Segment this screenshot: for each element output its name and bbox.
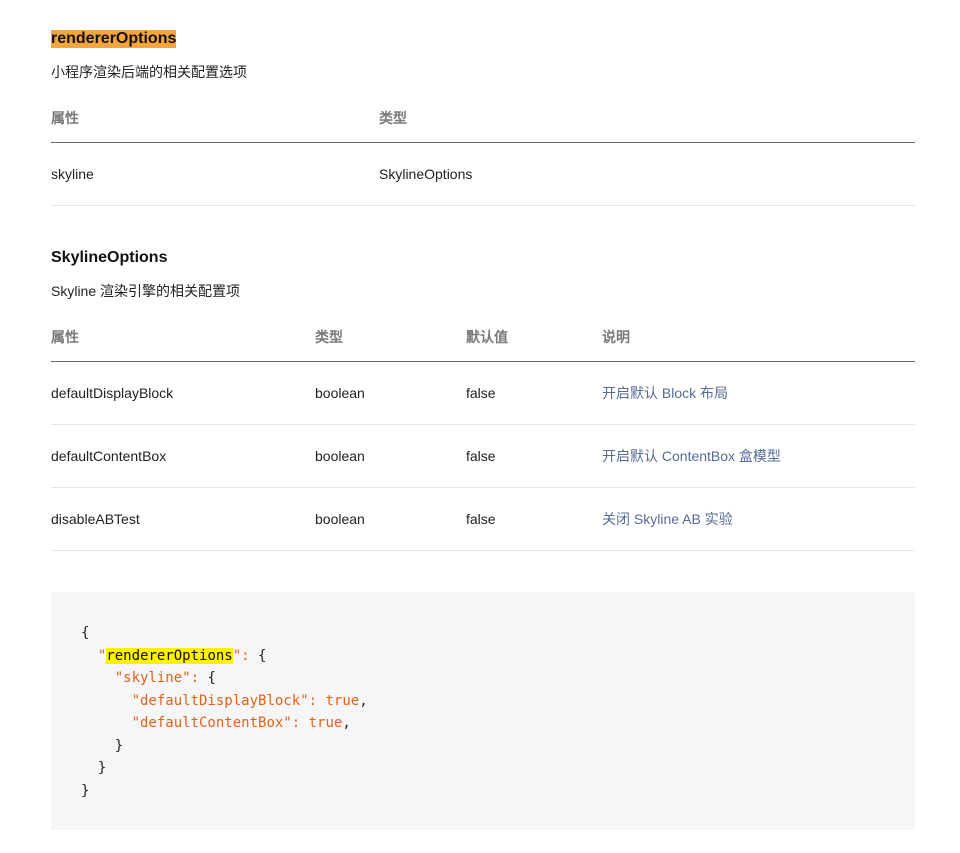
- code-open-brace: {: [81, 625, 90, 641]
- table-row: defaultContentBox boolean false 开启默认 Con…: [51, 425, 915, 488]
- code-renderer-options-key: rendererOptions: [106, 647, 233, 664]
- skyline-options-title: SkylineOptions: [51, 249, 168, 266]
- row-property-name: defaultDisplayBlock: [51, 385, 174, 401]
- skyline-options-description: Skyline 渲染引擎的相关配置项: [51, 283, 241, 299]
- row-default: false: [466, 385, 496, 401]
- renderer-options-description: 小程序渲染后端的相关配置选项: [51, 64, 247, 80]
- row-type: boolean: [315, 385, 365, 401]
- renderer-options-table: 属性 类型 skyline SkylineOptions: [51, 98, 915, 206]
- table-row: defaultDisplayBlock boolean false 开启默认 B…: [51, 362, 915, 425]
- code-true-value: true: [325, 692, 360, 709]
- row-description-link[interactable]: 开启默认 ContentBox 盒模型: [602, 446, 781, 466]
- header-description: 说明: [602, 329, 630, 345]
- header-property: 属性: [51, 110, 79, 126]
- row-property-name: skyline: [51, 166, 94, 182]
- header-default: 默认值: [466, 329, 508, 345]
- code-block[interactable]: { "rendererOptions": { "skyline": { "def…: [51, 592, 915, 830]
- renderer-options-title-highlight: rendererOptions: [51, 30, 177, 48]
- renderer-options-title: rendererOptions: [51, 28, 177, 50]
- table-row: disableABTest boolean false 关闭 Skyline A…: [51, 488, 915, 551]
- row-property-name: disableABTest: [51, 511, 140, 527]
- row-type: boolean: [315, 448, 365, 464]
- code-default-content-box-key: "defaultContentBox": [131, 715, 292, 731]
- header-type: 类型: [315, 329, 343, 345]
- code-skyline-key: "skyline": [114, 670, 191, 686]
- code-close-brace: }: [81, 782, 90, 799]
- row-default: false: [466, 511, 496, 527]
- row-property-name: defaultContentBox: [51, 448, 167, 464]
- table-header: 属性 类型 默认值 说明: [51, 317, 915, 362]
- code-content: { "rendererOptions": { "skyline": { "def…: [81, 625, 368, 799]
- row-type: boolean: [315, 511, 365, 527]
- table-row: skyline SkylineOptions: [51, 143, 915, 206]
- header-property: 属性: [51, 329, 79, 345]
- table-header: 属性 类型: [51, 98, 915, 143]
- row-default: false: [466, 448, 496, 464]
- code-true-value: true: [308, 715, 343, 731]
- row-description-link[interactable]: 关闭 Skyline AB 实验: [602, 509, 733, 529]
- code-default-display-block-key: "defaultDisplayBlock": [131, 692, 309, 709]
- header-type: 类型: [379, 110, 407, 126]
- row-description-link[interactable]: 开启默认 Block 布局: [602, 383, 728, 403]
- skyline-options-table: 属性 类型 默认值 说明 defaultDisplayBlock boolean…: [51, 317, 915, 551]
- row-type: SkylineOptions: [379, 166, 473, 182]
